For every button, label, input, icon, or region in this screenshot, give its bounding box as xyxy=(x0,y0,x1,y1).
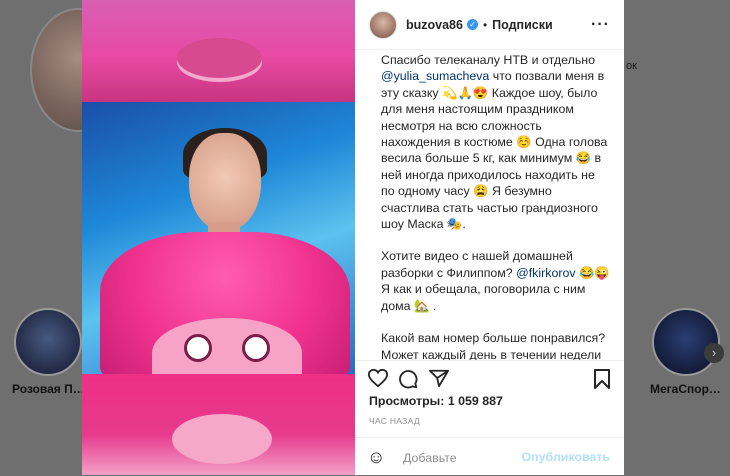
person-face xyxy=(189,133,261,231)
following-button[interactable]: Подписки xyxy=(492,18,553,32)
comment-bar: ☺ Опубликовать xyxy=(355,437,624,476)
mention-link[interactable]: @yulia_sumacheva xyxy=(381,69,489,83)
post-header: buzova86 ✓ • Подписки ··· xyxy=(355,0,624,50)
share-icon[interactable] xyxy=(428,368,450,388)
avatar[interactable] xyxy=(369,10,397,39)
comment-input[interactable] xyxy=(401,447,535,469)
views-count[interactable]: Просмотры: 1 059 887 xyxy=(369,394,503,408)
bookmark-icon[interactable] xyxy=(593,368,611,390)
story-highlight-megasport[interactable] xyxy=(652,308,720,376)
mention-link[interactable]: @fkirkorov xyxy=(516,266,575,280)
publish-button[interactable]: Опубликовать xyxy=(522,450,610,464)
caption-paragraph-3: Какой вам номер больше понравился? Может… xyxy=(381,331,606,360)
story-highlight-rozovaya[interactable] xyxy=(14,308,82,376)
heart-icon[interactable] xyxy=(367,368,389,388)
post-modal: buzova86 ✓ • Подписки ··· Спасибо телека… xyxy=(82,0,624,475)
story-highlight-label: МегаСпор… xyxy=(650,382,721,396)
comment-icon[interactable] xyxy=(397,368,419,390)
video-frame-bottom xyxy=(82,374,355,475)
post-caption: Спасибо телеканалу НТВ и отдельно @yulia… xyxy=(381,50,611,360)
emoji-icon[interactable]: ☺ xyxy=(367,447,385,468)
post-side-panel: buzova86 ✓ • Подписки ··· Спасибо телека… xyxy=(355,0,624,475)
story-highlight-label: Розовая П… xyxy=(12,382,85,396)
caption-paragraph-2: Хотите видео с нашей домашней разборки с… xyxy=(381,249,610,313)
post-actions xyxy=(355,360,624,397)
more-dots-icon[interactable]: ··· xyxy=(591,16,610,34)
username-link[interactable]: buzova86 xyxy=(406,18,463,32)
verified-badge-icon: ✓ xyxy=(466,19,478,30)
background-text-fragment: ок xyxy=(626,60,637,72)
chevron-right-icon[interactable]: › xyxy=(704,343,724,363)
post-timestamp[interactable]: ЧАС НАЗАД xyxy=(369,416,420,426)
post-video[interactable] xyxy=(82,0,355,475)
separator: • xyxy=(482,17,488,32)
video-frame-top xyxy=(82,0,355,102)
caption-paragraph-1: Спасибо телеканалу НТВ и отдельно @yulia… xyxy=(381,53,608,232)
